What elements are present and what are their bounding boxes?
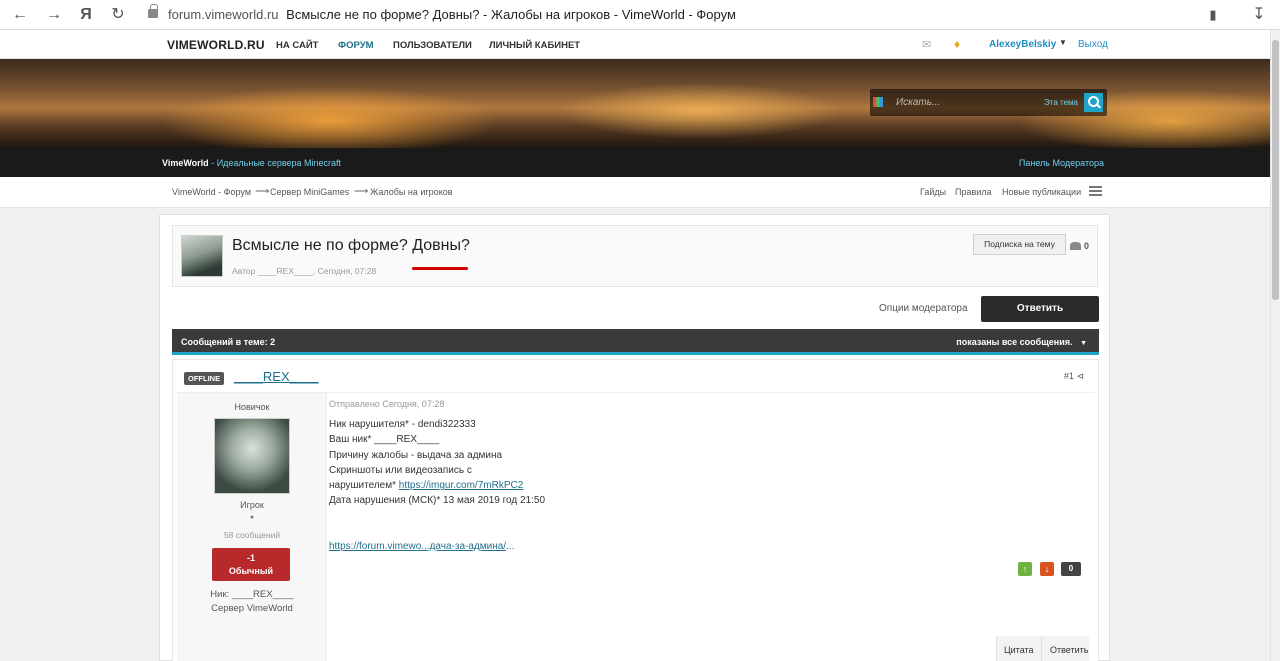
user-rank: Новичок (234, 402, 270, 412)
vote-down-icon[interactable]: ↓ (1040, 562, 1054, 576)
breadcrumb-complaints[interactable]: Жалобы на игроков (370, 187, 453, 197)
post-author-link[interactable]: ____REX____ (234, 369, 319, 384)
user-nick: Ник: ____REX____ (210, 589, 294, 600)
reputation-badge: -1 Обычный (212, 548, 290, 581)
divider (1041, 636, 1042, 661)
post-date: Отправлено Сегодня, 07:28 (329, 399, 445, 409)
vote-up-icon[interactable]: ↑ (1018, 562, 1032, 576)
post-number-label: #1 (1063, 371, 1074, 381)
posts-filter[interactable]: показаны все сообщения. ▼ (956, 337, 1087, 347)
user-info-column: Новичок Игрок ● 58 сообщений -1 Обычный … (177, 393, 327, 661)
back-arrow-icon[interactable]: ← (10, 5, 30, 25)
post-actions: Цитата Ответить (996, 636, 1089, 661)
search-icon[interactable] (1084, 93, 1103, 112)
post-line: Дата нарушения (МСК)* 13 мая 2019 год 21… (329, 495, 546, 506)
brand-name: VimeWorld (162, 158, 209, 168)
bell-icon[interactable]: ♦ (954, 37, 960, 51)
reply-button[interactable]: Ответить (981, 296, 1099, 322)
breadcrumb-forum[interactable]: VimeWorld - Форум (172, 187, 251, 197)
new-posts-link[interactable]: Новые публикации (1002, 187, 1081, 197)
mod-options-link[interactable]: Опции модератора (879, 303, 968, 314)
search-placeholder: Искать... (896, 97, 941, 108)
posts-count: Сообщений в теме: 2 (181, 337, 276, 347)
username-link[interactable]: AlexeyBelskiy (989, 39, 1056, 50)
post-line: Ник нарушителя* - dendi322333 (329, 419, 476, 430)
post-line: Скриншоты или видеозапись с (329, 465, 472, 476)
nav-users[interactable]: ПОЛЬЗОВАТЕЛИ (393, 40, 472, 51)
post-body: Новичок Игрок ● 58 сообщений -1 Обычный … (177, 392, 1095, 661)
message-count: 58 сообщений (223, 530, 281, 540)
chevron-down-icon: ▼ (1080, 340, 1087, 347)
address-bar[interactable]: forum.vimeworld.ru Всмысле не по форме? … (168, 7, 736, 22)
tab-title: Всмысле не по форме? Довны? - Жалобы на … (286, 7, 736, 22)
mod-panel-link[interactable]: Панель Модератора (1019, 158, 1104, 168)
breadcrumb-arrow-icon: ⟶ (354, 186, 369, 197)
brand-link[interactable]: VimeWorld - Идеальные сервера Minecraft (162, 158, 341, 168)
breadcrumb: VimeWorld - Форум ⟶ Сервер MiniGames ⟶ Ж… (0, 177, 1270, 208)
proof-link[interactable]: https://imgur.com/7mRkPC2 (399, 480, 523, 491)
site-logo[interactable]: VIMEWORLD.RU (167, 38, 265, 52)
url-domain: forum.vimeworld.ru (168, 7, 279, 22)
search-scope[interactable]: Эта тема (1044, 98, 1078, 107)
brand-tagline: - Идеальные сервера Minecraft (211, 158, 342, 168)
reload-icon[interactable]: ↻ (108, 5, 128, 25)
follow-topic-button[interactable]: Подписка на тему (973, 234, 1066, 255)
posts-filter-label: показаны все сообщения. (956, 337, 1073, 347)
search-input[interactable]: Искать... Эта тема (870, 89, 1107, 116)
proof-prefix: нарушителем* (329, 480, 397, 491)
yandex-icon[interactable]: Я (76, 5, 96, 25)
nav-home[interactable]: НА САЙТ (276, 40, 318, 51)
user-server: Сервер VimeWorld (211, 603, 293, 614)
logout-link[interactable]: Выход (1078, 39, 1108, 50)
people-icon (1070, 242, 1081, 250)
post-line: https://forum.vimewo...дача-за-админа/..… (329, 541, 514, 552)
mail-icon[interactable]: ✉ (922, 38, 931, 51)
forum-link[interactable]: https://forum.vimewo...дача-за-админа/ (329, 541, 506, 552)
posts-header-bar: Сообщений в теме: 2 показаны все сообщен… (172, 329, 1099, 355)
chevron-down-icon[interactable]: ▼ (1059, 38, 1067, 47)
followers-count[interactable]: 0 (1070, 241, 1089, 251)
user-group: Игрок (240, 500, 264, 510)
topic-author-avatar[interactable] (181, 235, 223, 277)
guides-link[interactable]: Гайды (920, 187, 946, 197)
scrollbar-thumb[interactable] (1272, 40, 1279, 300)
share-icon[interactable]: ⊲ (1076, 371, 1084, 381)
nav-cabinet[interactable]: ЛИЧНЫЙ КАБИНЕТ (489, 40, 580, 51)
menu-icon[interactable] (1089, 186, 1102, 196)
topic-meta: Автор ____REX____, Сегодня, 07:28 (232, 266, 377, 276)
group-pip-icon: ● (249, 514, 255, 521)
site-nav: VIMEWORLD.RU НА САЙТ ФОРУМ ПОЛЬЗОВАТЕЛИ … (0, 30, 1270, 62)
breadcrumb-arrow-icon: ⟶ (255, 186, 270, 197)
vote-count: 0 (1061, 562, 1081, 576)
reputation-value: -1 (246, 553, 255, 563)
post-text: Отправлено Сегодня, 07:28 Ник нарушителя… (329, 393, 1089, 661)
reputation-label: Обычный (228, 566, 274, 576)
avatar[interactable] (214, 418, 290, 494)
topic-header: Всмысле не по форме? Довны? Автор ____RE… (172, 225, 1098, 287)
rules-link[interactable]: Правила (955, 187, 992, 197)
download-icon[interactable]: ↧ (1249, 5, 1269, 25)
post-line: нарушителем* https://imgur.com/7mRkPC2 (329, 480, 523, 491)
forward-arrow-icon[interactable]: → (44, 5, 64, 25)
lock-icon (148, 4, 158, 18)
scrollbar[interactable] (1270, 30, 1280, 661)
followers-value: 0 (1084, 241, 1090, 251)
post-reply-button[interactable]: Ответить (1050, 645, 1088, 655)
status-badge: OFFLINE (184, 372, 225, 385)
bookmark-icon[interactable]: ▮ (1203, 5, 1223, 25)
post-number[interactable]: #1 ⊲ (1064, 371, 1084, 382)
post-line: Ваш ник* ____REX____ (329, 434, 440, 445)
page-title: Всмысле не по форме? Довны? (232, 237, 470, 254)
browser-toolbar: ← → Я ↻ forum.vimeworld.ru Всмысле не по… (0, 0, 1280, 30)
main-content: Всмысле не по форме? Довны? Автор ____RE… (159, 214, 1110, 661)
brand-subbar: VimeWorld - Идеальные сервера Minecraft … (0, 148, 1270, 177)
quote-button[interactable]: Цитата (1004, 645, 1034, 655)
red-underline-annotation (412, 267, 468, 270)
breadcrumb-minigames[interactable]: Сервер MiniGames (270, 187, 349, 197)
search-options-icon[interactable] (873, 97, 883, 107)
post-line: Причину жалобы - выдача за админа (329, 450, 503, 461)
link-ellipsis: ... (506, 541, 515, 552)
post-card: OFFLINE ____REX____ #1 ⊲ Новичок Игрок ●… (172, 359, 1099, 661)
